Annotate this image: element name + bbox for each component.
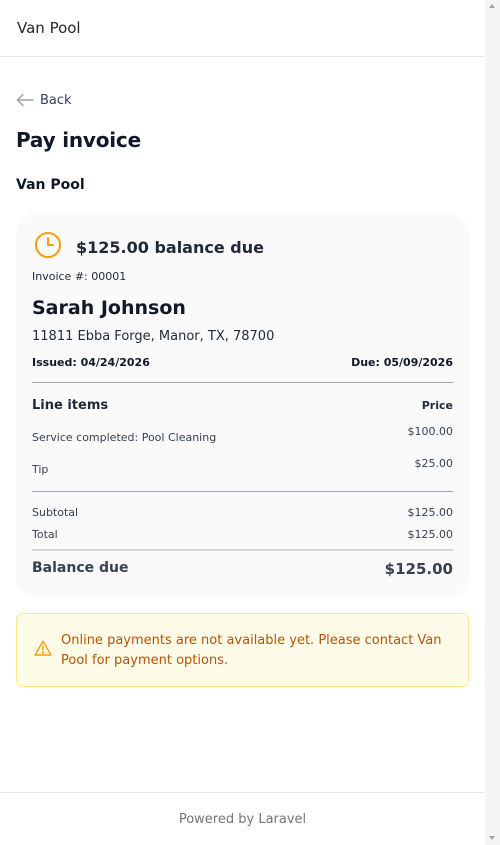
warning-triangle-icon xyxy=(34,640,52,660)
line-item-price: $100.00 xyxy=(407,425,454,438)
notice-message: Online payments are not available yet. P… xyxy=(61,633,442,668)
invoice-card: $125.00 balance due Invoice #: 00001 Sar… xyxy=(16,213,469,598)
price-column-header: Price xyxy=(421,399,453,412)
line-item-description: Service completed: Pool Cleaning xyxy=(32,431,217,444)
vendor-name: Van Pool xyxy=(16,177,85,193)
line-item: Service completed: Pool Cleaning $100.00 xyxy=(32,425,453,445)
subtotal-row: Subtotal $125.00 xyxy=(32,506,453,519)
payment-notice: Online payments are not available yet. P… xyxy=(16,613,469,687)
due-date: Due: 05/09/2026 xyxy=(351,356,453,369)
total-label: Total xyxy=(32,528,58,541)
line-item-description: Tip xyxy=(32,463,49,476)
clock-icon xyxy=(34,231,62,263)
balance-heading-row: $125.00 balance due xyxy=(34,231,264,263)
footer: Powered by Laravel xyxy=(0,792,485,845)
balance-due-label: Balance due xyxy=(32,560,129,576)
customer-address: 11811 Ebba Forge, Manor, TX, 78700 xyxy=(32,329,275,344)
line-items-title: Line items xyxy=(32,398,109,413)
page-title: Pay invoice xyxy=(16,128,141,152)
back-label: Back xyxy=(40,92,72,108)
subtotal-value: $125.00 xyxy=(407,506,454,519)
line-items-header: Line items Price xyxy=(32,398,453,413)
top-bar: Van Pool xyxy=(0,0,485,57)
divider xyxy=(32,549,453,551)
subtotal-label: Subtotal xyxy=(32,506,79,519)
invoice-number: Invoice #: 00001 xyxy=(32,270,127,283)
page: Van Pool Back Pay invoice Van Pool $125.… xyxy=(0,0,485,845)
balance-due-value: $125.00 xyxy=(384,560,453,578)
brand-name: Van Pool xyxy=(17,19,81,37)
balance-heading: $125.00 balance due xyxy=(76,237,264,257)
back-link[interactable]: Back xyxy=(16,90,72,110)
line-item: Tip $25.00 xyxy=(32,457,453,477)
divider xyxy=(32,382,453,383)
line-item-price: $25.00 xyxy=(414,457,454,470)
arrow-left-icon xyxy=(16,93,34,107)
scroll-down-icon[interactable] xyxy=(489,836,495,840)
powered-by: Powered by Laravel xyxy=(178,812,307,827)
scroll-up-icon[interactable] xyxy=(489,4,495,8)
total-row: Total $125.00 xyxy=(32,528,453,541)
scrollbar[interactable] xyxy=(485,0,500,845)
total-value: $125.00 xyxy=(407,528,454,541)
customer-name: Sarah Johnson xyxy=(32,297,186,319)
divider xyxy=(32,491,453,492)
balance-due-row: Balance due $125.00 xyxy=(32,560,453,578)
invoice-dates: Issued: 04/24/2026 Due: 05/09/2026 xyxy=(32,356,453,369)
issued-date: Issued: 04/24/2026 xyxy=(32,356,150,369)
